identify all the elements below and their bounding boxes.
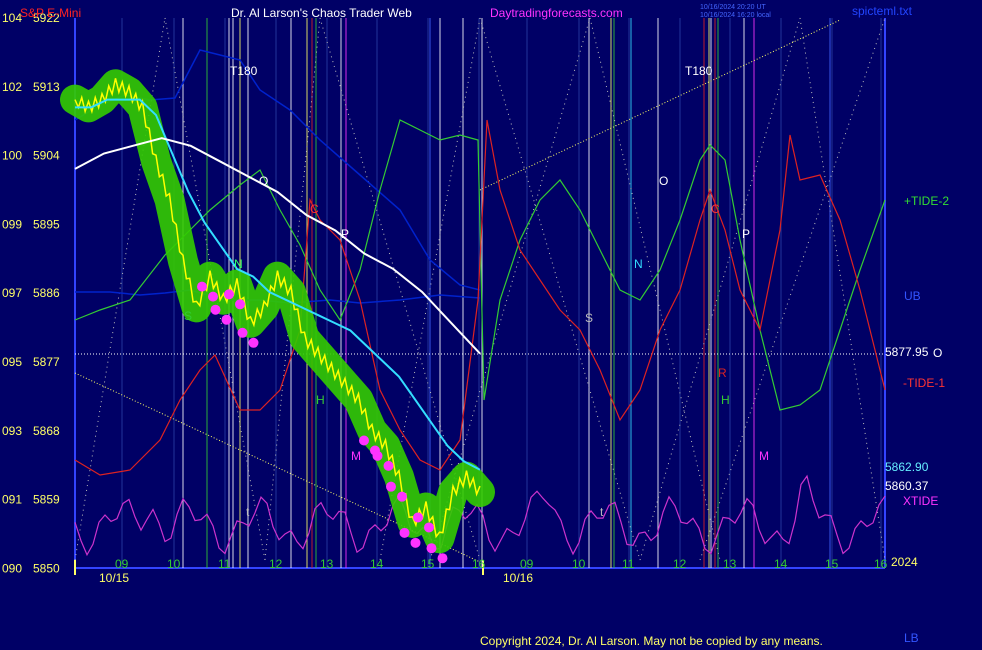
hour-label: 16 bbox=[472, 557, 486, 571]
event-marker: M bbox=[759, 449, 769, 463]
price-value: 5860.37 bbox=[885, 479, 929, 493]
price-dot bbox=[386, 481, 396, 492]
close-code: O bbox=[933, 346, 942, 360]
event-marker: N bbox=[634, 257, 643, 271]
event-marker: S bbox=[585, 311, 593, 325]
price-dot bbox=[208, 291, 218, 302]
tide1-label: -TIDE-1 bbox=[903, 376, 945, 390]
site-link[interactable]: Daytradingforecasts.com bbox=[490, 6, 623, 20]
axis-label-price: 5868 bbox=[33, 424, 60, 438]
hour-label: 09 bbox=[115, 557, 129, 571]
chart-canvas: 104 5922102 5913100 5904099 5895097 5886095 58… bbox=[0, 0, 982, 650]
symbol-label: S&P E-Mini bbox=[20, 6, 81, 20]
price-dot bbox=[221, 314, 232, 325]
price-dot bbox=[359, 435, 369, 446]
ub-label: UB bbox=[904, 289, 921, 303]
price-dot bbox=[237, 327, 248, 338]
event-marker: C bbox=[711, 202, 720, 216]
hour-label: 14 bbox=[370, 557, 384, 571]
hour-label: 13 bbox=[723, 557, 737, 571]
axis-label-scale: 091 bbox=[2, 493, 22, 507]
timestamp-ut: 10/16/2024 20:20 UT bbox=[700, 4, 766, 11]
price-dot bbox=[424, 522, 434, 533]
hour-label: 13 bbox=[320, 557, 334, 571]
copyright: Copyright 2024, Dr. Al Larson. May not b… bbox=[480, 634, 823, 648]
event-marker: T180 bbox=[230, 64, 258, 78]
timestamp-local: 10/16/2024 16:20 local bbox=[700, 12, 771, 19]
axis-label-price: 5877 bbox=[33, 355, 60, 369]
day-label-2: 10/16 bbox=[503, 571, 533, 585]
xtide-label: XTIDE bbox=[903, 494, 938, 508]
axis-label-scale: 100 bbox=[2, 149, 22, 163]
hour-label: 11 bbox=[218, 557, 231, 571]
hour-label: 15 bbox=[421, 557, 435, 571]
hour-label: 16 bbox=[874, 557, 888, 571]
hour-label: 10 bbox=[167, 557, 181, 571]
price-dot bbox=[437, 553, 448, 564]
axis-label-price: 5895 bbox=[33, 217, 60, 231]
event-marker: N bbox=[234, 257, 243, 271]
price-dot bbox=[426, 543, 437, 554]
axis-label-price: 5913 bbox=[33, 80, 60, 94]
price-dot bbox=[372, 450, 383, 461]
tide2-label: +TIDE-2 bbox=[904, 194, 949, 208]
axis-label-scale: 099 bbox=[2, 217, 22, 231]
lb-label: LB bbox=[904, 631, 919, 645]
event-marker: T180 bbox=[685, 64, 713, 78]
price-dot bbox=[224, 289, 234, 300]
axis-label-scale: 097 bbox=[2, 286, 22, 300]
event-marker: C bbox=[310, 202, 319, 216]
fast-ma-value: 5862.90 bbox=[885, 460, 929, 474]
hour-label: 10 bbox=[572, 557, 586, 571]
price-dot bbox=[397, 491, 407, 502]
chart-title: Dr. Al Larson's Chaos Trader Web bbox=[231, 6, 412, 20]
axis-label-price: 5904 bbox=[33, 149, 60, 163]
hour-label: 11 bbox=[622, 557, 635, 571]
day-label-1: 10/15 bbox=[99, 571, 129, 585]
hour-label: 15 bbox=[825, 557, 839, 571]
price-dot bbox=[248, 337, 259, 348]
axis-label-price: 5859 bbox=[33, 493, 60, 507]
event-marker: O bbox=[259, 174, 268, 188]
price-dot bbox=[413, 512, 423, 523]
hour-label: 12 bbox=[673, 557, 687, 571]
event-marker: H bbox=[316, 393, 325, 407]
data-file-label: spicteml.txt bbox=[852, 4, 913, 18]
year-label: 2024 bbox=[891, 555, 918, 569]
close-value: 5877.95 bbox=[885, 345, 929, 359]
axis-label-price: 5850 bbox=[33, 561, 60, 575]
axis-label-scale: 095 bbox=[2, 355, 22, 369]
axis-label-scale: 102 bbox=[2, 80, 22, 94]
event-marker: M bbox=[351, 449, 361, 463]
price-dot bbox=[410, 537, 421, 548]
axis-label-scale: 093 bbox=[2, 424, 22, 438]
axis-label-scale: 090 bbox=[2, 561, 22, 575]
event-marker: S bbox=[184, 309, 192, 323]
hour-label: 09 bbox=[520, 557, 534, 571]
event-marker: R bbox=[718, 366, 727, 380]
axis-label-price: 5886 bbox=[33, 286, 60, 300]
hour-label: 14 bbox=[774, 557, 788, 571]
price-dot bbox=[399, 527, 410, 538]
price-dot bbox=[235, 299, 245, 310]
event-marker: O bbox=[659, 174, 668, 188]
hour-label: 12 bbox=[269, 557, 283, 571]
price-dot bbox=[197, 281, 207, 292]
price-dot bbox=[210, 304, 221, 315]
event-marker: P bbox=[341, 227, 349, 241]
price-dot bbox=[383, 460, 394, 471]
event-marker: H bbox=[721, 393, 730, 407]
event-marker: P bbox=[742, 227, 750, 241]
